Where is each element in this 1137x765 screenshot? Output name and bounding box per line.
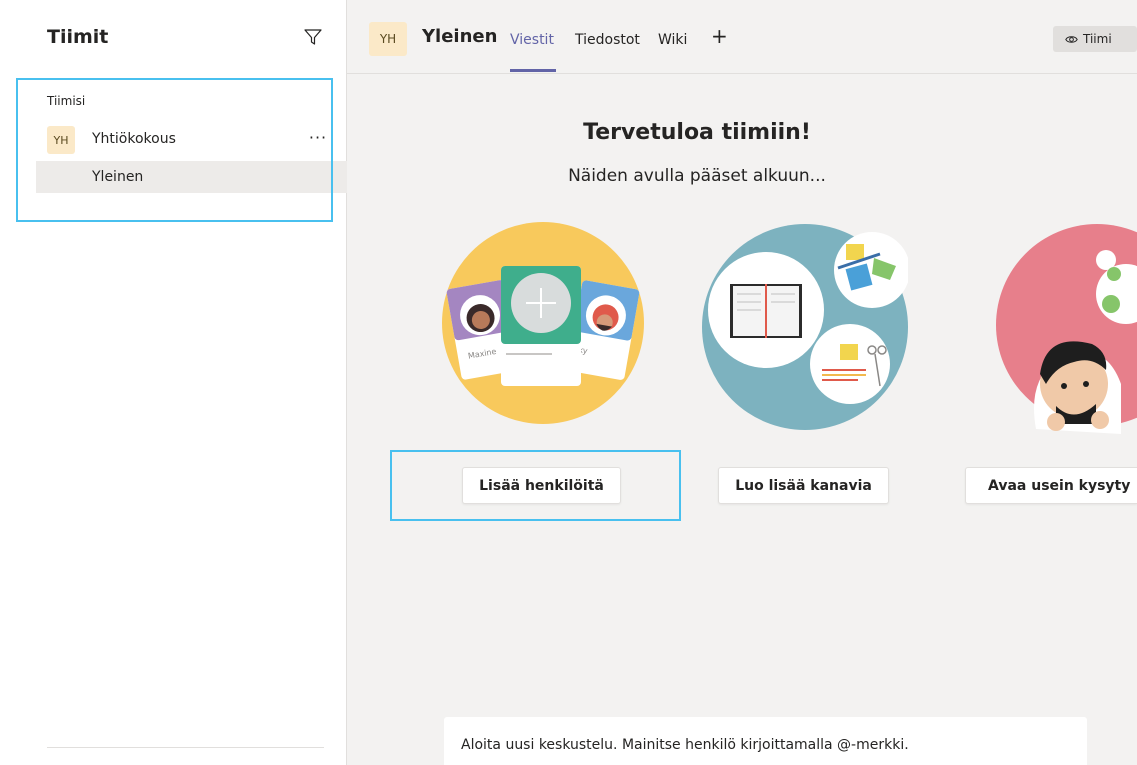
channel-team-avatar: YH bbox=[369, 22, 407, 56]
add-people-illustration: Maxine ky bbox=[442, 222, 644, 424]
tab-tiedostot[interactable]: Tiedostot bbox=[575, 32, 640, 48]
team-button-label: Tiimi bbox=[1083, 32, 1112, 46]
faq-illustration bbox=[996, 224, 1137, 434]
active-tab-indicator bbox=[510, 69, 556, 72]
tab-wiki[interactable]: Wiki bbox=[658, 32, 687, 48]
open-faq-button[interactable]: Avaa usein kysyty bbox=[965, 467, 1137, 504]
teams-list-highlight bbox=[16, 78, 333, 222]
channel-header: YH Yleinen Viestit Tiedostot Wiki + Tiim… bbox=[347, 0, 1137, 74]
welcome-subtitle: Näiden avulla pääset alkuun... bbox=[568, 166, 826, 186]
sidebar-title: Tiimit bbox=[47, 26, 109, 48]
eye-icon bbox=[1065, 35, 1078, 43]
compose-placeholder[interactable]: Aloita uusi keskustelu. Mainitse henkilö… bbox=[461, 737, 909, 753]
welcome-title: Tervetuloa tiimiin! bbox=[583, 120, 811, 145]
filter-icon[interactable] bbox=[303, 27, 323, 47]
compose-box[interactable]: Aloita uusi keskustelu. Mainitse henkilö… bbox=[444, 717, 1087, 765]
channel-title: Yleinen bbox=[422, 26, 498, 47]
tab-viestit[interactable]: Viestit bbox=[510, 32, 554, 48]
create-channels-button[interactable]: Luo lisää kanavia bbox=[718, 467, 889, 504]
sidebar-divider bbox=[47, 747, 324, 748]
create-channels-illustration bbox=[702, 224, 908, 430]
sidebar-header: Tiimit bbox=[0, 0, 347, 76]
add-tab-icon[interactable]: + bbox=[711, 26, 728, 46]
add-people-button[interactable]: Lisää henkilöitä bbox=[462, 467, 621, 504]
team-button[interactable]: Tiimi bbox=[1053, 26, 1137, 52]
